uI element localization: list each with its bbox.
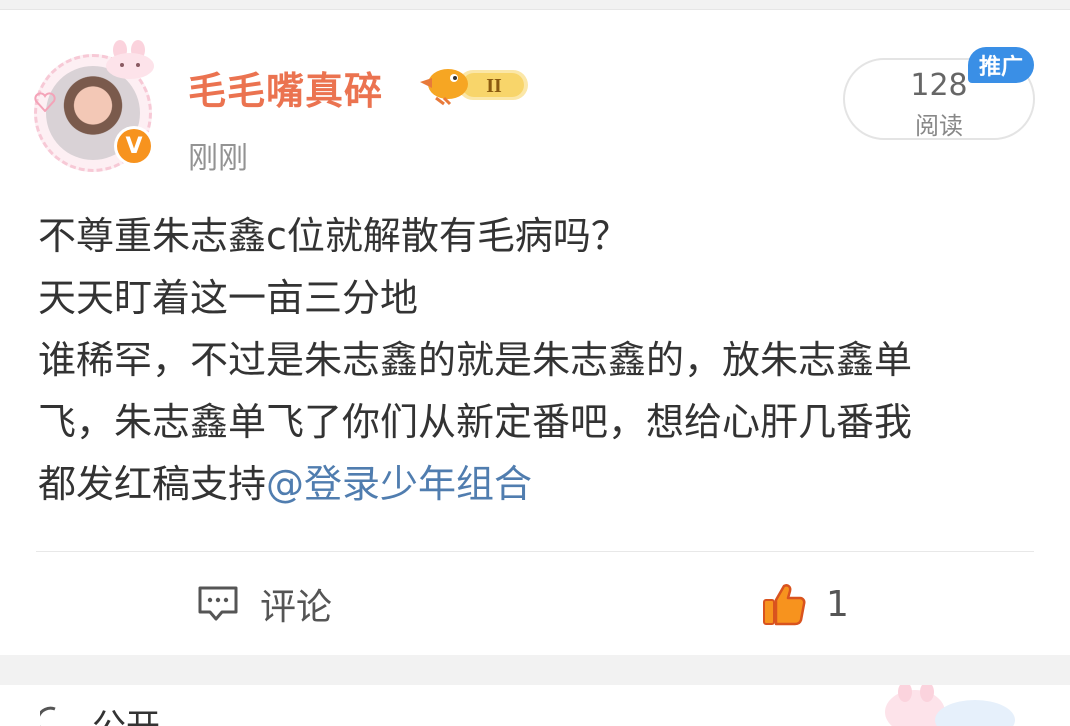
globe-icon (40, 706, 56, 726)
bunny-sticker-icon (885, 685, 1015, 726)
post-timestamp: 刚刚 (188, 141, 248, 176)
comment-button[interactable]: 评论 (196, 578, 332, 630)
post-text: 不尊重朱志鑫c位就解散有毛病吗？ 天天盯着这一亩三分地 谁稀罕，不过是朱志鑫的就… (38, 205, 1038, 515)
comment-label: 评论 (260, 587, 333, 628)
post-line-text: 都发红稿支持 (38, 462, 267, 506)
visibility-label: 公开 (92, 699, 160, 726)
heart-icon (34, 92, 56, 112)
bunny-sticker-icon (106, 40, 154, 79)
post-line: 不尊重朱志鑫c位就解散有毛病吗？ (38, 214, 629, 258)
avatar[interactable]: V (28, 40, 163, 175)
level-badge-icon: II (420, 69, 528, 106)
top-separator (0, 0, 1070, 10)
verified-v-icon: V (117, 129, 151, 163)
mention-link[interactable]: @登录少年组合 (266, 462, 532, 506)
read-label: 阅读 (915, 112, 963, 140)
promo-tag[interactable]: 推广 (968, 47, 1034, 83)
like-button[interactable]: 1 (760, 578, 849, 630)
next-post-card[interactable]: 公开 (0, 685, 1070, 726)
post-line-last: 都发红稿支持@登录少年组合 (38, 453, 1038, 515)
author-name[interactable]: 毛毛嘴真碎 (188, 60, 383, 115)
post-line: 天天盯着这一亩三分地 (38, 276, 419, 320)
post-line: 谁稀罕，不过是朱志鑫的就是朱志鑫的，放朱志鑫单 (38, 338, 913, 382)
card-gap (0, 655, 1070, 685)
thumbs-up-icon (763, 584, 806, 626)
like-count: 1 (826, 583, 849, 625)
comment-icon (198, 586, 238, 621)
post-line: 飞，朱志鑫单飞了你们从新定番吧，想给心肝几番我 (38, 400, 913, 444)
verified-badge: V (114, 126, 154, 166)
divider (36, 551, 1034, 552)
level-badge-text: II (486, 75, 502, 97)
